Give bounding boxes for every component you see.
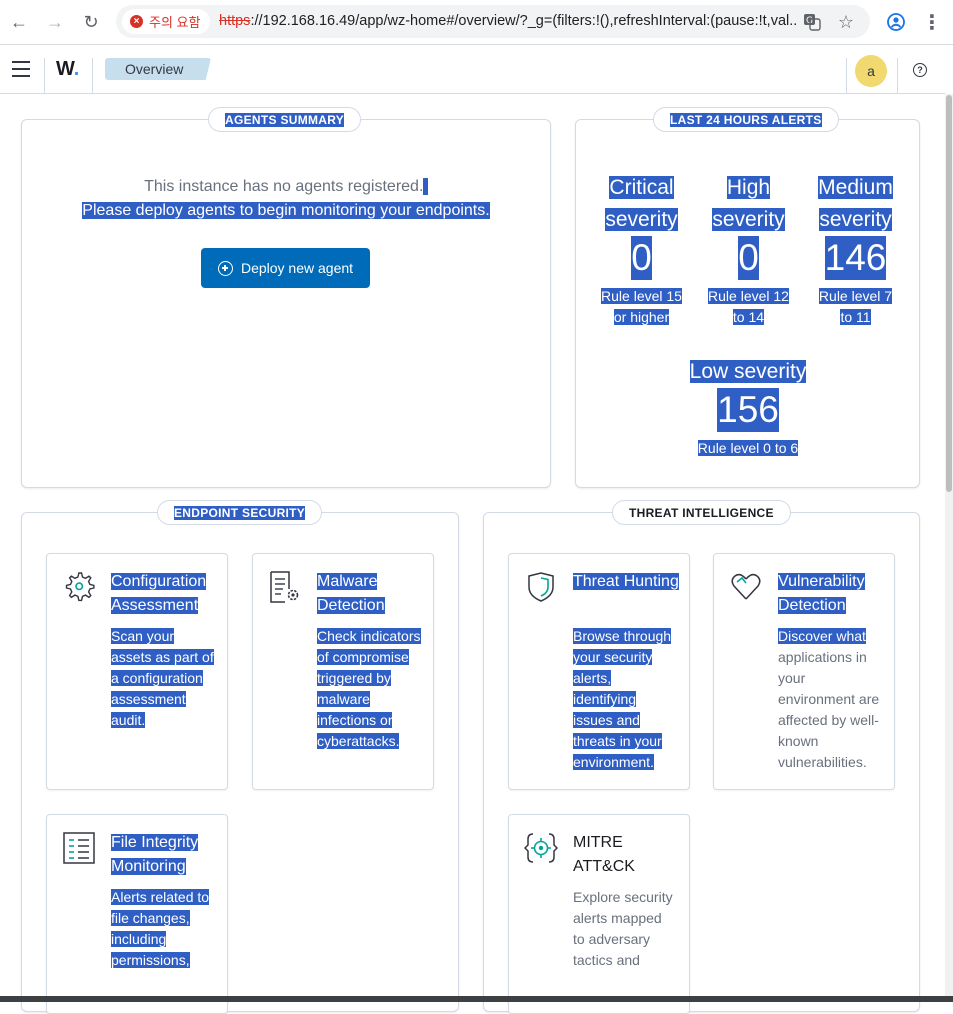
malware-detection-card[interactable]: Malware Detection Check indicators of co… xyxy=(252,553,434,790)
vulnerability-detection-card[interactable]: Vulnerability Detection Discover what ap… xyxy=(713,553,895,790)
threat-intelligence-title: THREAT INTELLIGENCE xyxy=(612,500,791,525)
no-agents-message: This instance has no agents registered. xyxy=(22,178,550,196)
deploy-new-agent-button[interactable]: Deploy new agent xyxy=(201,248,370,288)
url-rest: ://192.168.16.49/app/wz-home#/overview/?… xyxy=(250,13,797,29)
reload-icon[interactable]: ↻ xyxy=(77,8,105,36)
deploy-hint-message: Please deploy agents to begin monitoring… xyxy=(82,202,490,219)
header-divider xyxy=(92,58,93,94)
user-avatar[interactable]: a xyxy=(855,55,887,87)
address-bar[interactable]: × 주의 요함 https://192.168.16.49/app/wz-hom… xyxy=(116,5,870,38)
card-title: Configuration Assessment xyxy=(111,573,207,614)
card-title: Vulnerability Detection xyxy=(778,573,865,614)
document-gear-icon xyxy=(270,571,299,603)
breadcrumb-overview[interactable]: Overview xyxy=(105,58,211,80)
threat-hunting-card[interactable]: Threat Hunting Browse through your secur… xyxy=(508,553,690,790)
gear-icon xyxy=(65,572,95,602)
agents-summary-title: AGENTS SUMMARY xyxy=(208,107,362,132)
card-description: Scan your assets as part of a configurat… xyxy=(111,628,214,728)
card-title: MITRE ATT&CK xyxy=(573,834,635,875)
card-description: Explore security alerts mapped to advers… xyxy=(573,889,673,968)
profile-icon[interactable] xyxy=(882,8,910,36)
agents-summary-panel: AGENTS SUMMARY This instance has no agen… xyxy=(21,107,551,488)
heart-icon xyxy=(731,573,761,600)
scrollbar-thumb[interactable] xyxy=(946,95,952,492)
high-severity-stat[interactable]: High severity 0 Rule level 12 to 14 xyxy=(697,172,800,328)
critical-severity-stat[interactable]: Critical severity 0 Rule level 15 or hig… xyxy=(590,172,693,328)
plus-circle-icon xyxy=(217,260,233,276)
header-divider xyxy=(897,58,898,94)
kebab-menu-icon[interactable]: ⋮ xyxy=(918,8,946,36)
bookmark-star-icon[interactable]: ☆ xyxy=(834,10,858,34)
medium-severity-stat[interactable]: Medium severity 146 Rule level 7 to 11 xyxy=(804,172,907,328)
url-text[interactable]: https://192.168.16.49/app/wz-home#/overv… xyxy=(219,13,797,29)
wazuh-logo[interactable]: W. xyxy=(56,58,79,81)
translate-icon[interactable]: G xyxy=(800,10,824,34)
shield-icon xyxy=(528,572,554,602)
card-title: File Integrity Monitoring xyxy=(111,834,199,875)
card-title: Threat Hunting xyxy=(573,573,679,590)
url-scheme: https xyxy=(219,13,251,29)
low-severity-stat[interactable]: Low severity 156 Rule level 0 to 6 xyxy=(668,356,828,459)
back-icon[interactable]: ← xyxy=(5,8,33,36)
card-description: Check indicators of compromise triggered… xyxy=(317,628,421,749)
warning-icon: × xyxy=(130,15,143,28)
card-title: Malware Detection xyxy=(317,573,385,614)
header-divider xyxy=(44,58,45,94)
target-icon xyxy=(524,833,558,863)
configuration-assessment-card[interactable]: Configuration Assessment Scan your asset… xyxy=(46,553,228,790)
forward-icon[interactable]: → xyxy=(41,8,69,36)
menu-icon[interactable] xyxy=(12,61,30,77)
file-integrity-monitoring-card[interactable]: File Integrity Monitoring Alerts related… xyxy=(46,814,228,1014)
file-list-icon xyxy=(63,832,95,864)
security-warning-chip[interactable]: × 주의 요함 xyxy=(122,9,211,34)
card-description: Browse through your security alerts, ide… xyxy=(573,628,672,770)
threat-intelligence-panel: THREAT INTELLIGENCE Threat Hunting Brows… xyxy=(483,500,920,1014)
endpoint-security-panel: ENDPOINT SECURITY Configuration Assessme… xyxy=(21,500,459,1014)
card-description: Discover what applications in your envir… xyxy=(778,628,880,770)
taskbar-edge xyxy=(0,996,953,1002)
app-header: W. Overview xyxy=(0,46,945,94)
header-divider xyxy=(846,58,847,94)
mitre-attack-card[interactable]: MITRE ATT&CK Explore security alerts map… xyxy=(508,814,690,1014)
endpoint-security-title: ENDPOINT SECURITY xyxy=(157,500,323,525)
card-description: Alerts related to file changes, includin… xyxy=(111,889,210,968)
alerts-panel: LAST 24 HOURS ALERTS Critical severity 0… xyxy=(575,107,920,488)
alerts-title: LAST 24 HOURS ALERTS xyxy=(653,107,839,132)
help-icon[interactable]: ? xyxy=(913,63,927,77)
security-label: 주의 요함 xyxy=(149,15,201,30)
browser-toolbar: ← → ↻ × 주의 요함 https://192.168.16.49/app/… xyxy=(0,0,953,45)
